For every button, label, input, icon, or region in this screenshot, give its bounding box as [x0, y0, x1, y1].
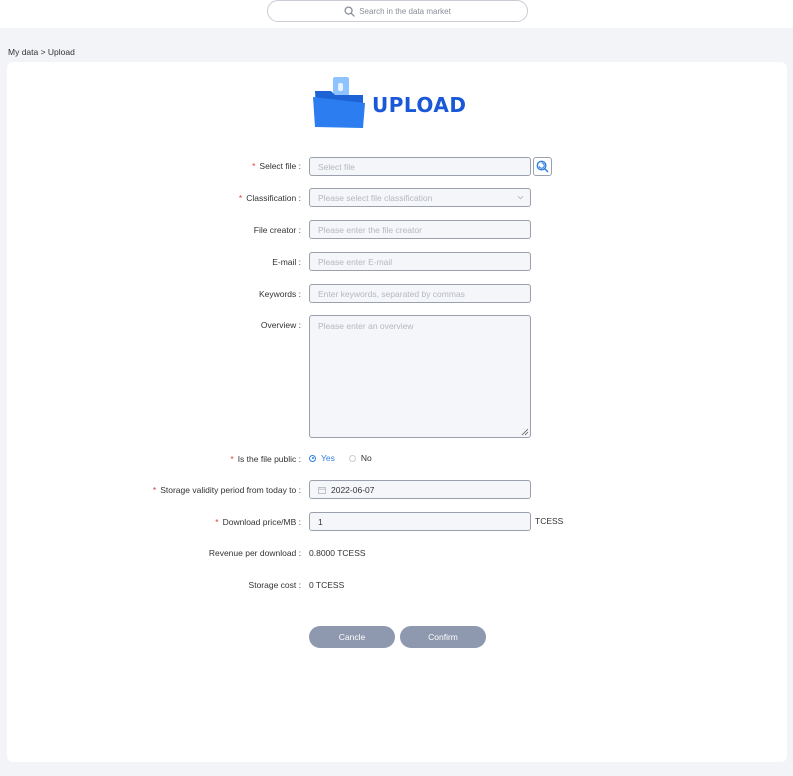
search-icon	[344, 5, 355, 17]
is-public-label: * Is the file public :	[230, 454, 301, 464]
cancel-button[interactable]: Cancle	[309, 626, 395, 648]
select-file-button[interactable]	[533, 157, 552, 176]
select-file-label: * Select file :	[252, 161, 301, 171]
email-field[interactable]: Please enter E-mail	[309, 252, 531, 271]
storage-validity-label: * Storage validity period from today to :	[152, 485, 301, 495]
download-price-label: * Download price/MB :	[215, 517, 301, 527]
radio-no[interactable]: No	[348, 453, 372, 463]
page-title: UPLOAD	[372, 93, 467, 117]
chevron-down-icon	[517, 195, 524, 200]
is-public-radio-group: Yes No	[309, 453, 372, 463]
email-label: E-mail :	[272, 257, 301, 267]
radio-dot-no	[348, 454, 356, 462]
confirm-button[interactable]: Confirm	[400, 626, 486, 648]
storage-cost-label: Storage cost :	[248, 580, 301, 590]
top-bar: Search in the data market	[0, 0, 793, 28]
file-creator-label: File creator :	[253, 225, 301, 235]
search-input[interactable]: Search in the data market	[267, 0, 528, 22]
download-price-unit: TCESS	[535, 516, 564, 526]
storage-validity-date-field[interactable]: 2022-06-07	[309, 480, 531, 499]
overview-textarea[interactable]: Please enter an overview	[309, 315, 531, 438]
download-price-field[interactable]: 1	[309, 512, 531, 531]
storage-cost-value: 0 TCESS	[309, 580, 345, 590]
file-creator-field[interactable]: Please enter the file creator	[309, 220, 531, 239]
overview-label: Overview :	[260, 320, 301, 330]
upload-folder-icon	[313, 77, 365, 128]
search-placeholder: Search in the data market	[359, 6, 451, 16]
classification-select[interactable]: Please select file classification	[309, 188, 531, 207]
resize-handle-icon[interactable]	[521, 428, 529, 436]
classification-label: * Classification :	[238, 193, 301, 203]
keywords-field[interactable]: Enter keywords, separated by commas	[309, 284, 531, 303]
radio-yes[interactable]: Yes	[309, 453, 335, 463]
upload-card: UPLOAD * Select file : Select file * Class…	[7, 62, 787, 762]
keywords-label: Keywords :	[258, 289, 301, 299]
revenue-value: 0.8000 TCESS	[309, 548, 366, 558]
refresh-search-icon	[536, 160, 549, 173]
calendar-icon	[318, 486, 326, 494]
revenue-label: Revenue per download :	[208, 548, 301, 558]
radio-dot-yes	[309, 454, 316, 462]
select-file-field[interactable]: Select file	[309, 157, 531, 176]
breadcrumb: My data > Upload	[8, 47, 75, 57]
